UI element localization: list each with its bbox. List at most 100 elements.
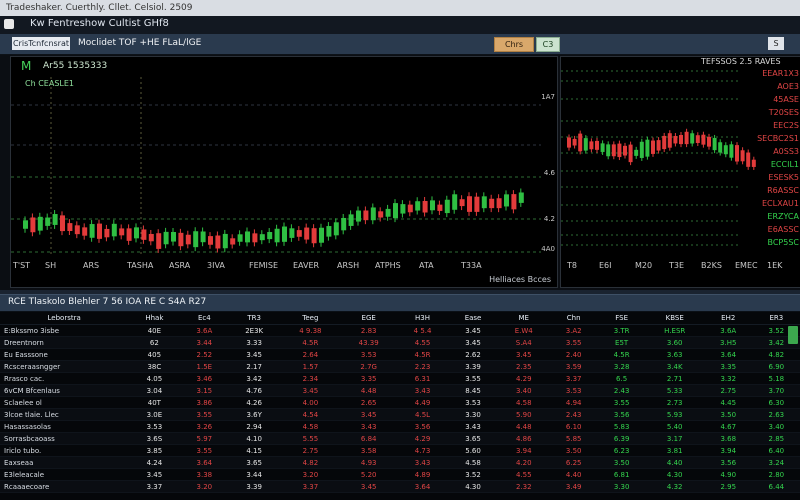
secondary-chart-panel[interactable]: TEFSSOS 2.5 RAVES EEAR1X3 AOE3 45ASE T20SES… (560, 56, 800, 288)
table-cell: 6.31 (396, 372, 449, 385)
table-cell: 5.93 (645, 408, 704, 421)
table-cell: 2.43 (597, 384, 646, 397)
candle-body (222, 233, 228, 249)
table-cell: 3.15 (180, 384, 229, 397)
table-row[interactable]: Eu Easssone 405 2.52 3.45 2.64 3.53 4.5R 2.62 3.… (0, 348, 800, 361)
instrument-name: Dreentnorn (0, 336, 129, 349)
chart-type-button[interactable]: Chrs (494, 37, 534, 52)
column-header[interactable]: TR3 (228, 312, 281, 325)
column-header[interactable]: Chn (549, 312, 598, 325)
layout-button[interactable]: C3 (536, 37, 560, 52)
table-cell: 4 9.38 (280, 324, 341, 337)
table-cell: 2.83 (340, 324, 397, 337)
table-cell: 3.35 (340, 372, 397, 385)
table-row[interactable]: Rrasco cac. 4.05 3.46 3.42 2.34 3.35 6.31 3.55 4… (0, 372, 800, 385)
table-row[interactable]: Sorrasbcaoass 3.6S 5.97 4.10 5.55 6.84 4.29 3.6… (0, 432, 800, 445)
table-row[interactable]: E3leleacale 3.45 3.38 3.44 3.20 5.20 4.89 3.52 4… (0, 468, 800, 481)
table-body: E:Bkssmo 3isbe 40E 3.6A 2E3K 4 9.38 2.83 4 5.4… (0, 324, 800, 493)
candle-body (489, 198, 495, 209)
table-cell: 4.32 (645, 480, 704, 493)
column-header[interactable]: ME (497, 312, 550, 325)
column-header[interactable]: H3H (396, 312, 449, 325)
level-label: SECBC2S1 (757, 134, 799, 143)
candle-body (385, 208, 391, 217)
table-cell: 4.55 (497, 468, 550, 481)
candle-body (400, 204, 406, 214)
candle-body (89, 224, 95, 238)
candle-body (348, 214, 354, 226)
table-cell: 2.80 (752, 468, 800, 481)
level-label: A0SS3 (773, 147, 799, 156)
instrument-name: 6vCM Bfcenlaus (0, 384, 129, 397)
table-cell: 4.55 (396, 336, 449, 349)
candle-body (141, 229, 147, 240)
candle-body (567, 137, 571, 148)
secondary-candlestick-chart[interactable] (561, 57, 800, 287)
column-header[interactable]: Leborstra (0, 312, 129, 325)
column-header[interactable]: FSE (597, 312, 646, 325)
table-row[interactable]: Rcsceraasngger 38C 1.5E 2.17 1.57 2.7G 2.23 3.3… (0, 360, 800, 373)
table-cell: 4.45 (703, 396, 753, 409)
time-label: 3IVA (207, 261, 225, 270)
table-cell: 4.20 (497, 456, 550, 469)
table-cell: 405 (128, 348, 181, 361)
table-cell: 3.53 (448, 396, 498, 409)
column-header[interactable]: Ease (448, 312, 498, 325)
instrument-name: Iriclo tubo. (0, 444, 129, 457)
main-chart-panel[interactable]: M Ar55 1535333 Ch CEASLE1 1A7 4.6 4.2 4A… (10, 56, 558, 288)
column-header[interactable]: KBSE (645, 312, 704, 325)
candle-body (735, 145, 739, 162)
table-cell: 3.42 (228, 372, 281, 385)
candle-body (518, 192, 524, 203)
table-cell: 4.48 (340, 384, 397, 397)
time-label: T'ST (13, 261, 31, 270)
candlestick-chart[interactable] (11, 57, 557, 287)
table-cell: 3.53 (128, 420, 181, 433)
column-header[interactable]: EGE (340, 312, 397, 325)
table-cell: 2.75 (703, 384, 753, 397)
table-cell: 3.40 (497, 384, 550, 397)
table-row[interactable]: E:Bkssmo 3isbe 40E 3.6A 2E3K 4 9.38 2.83 4 5.4… (0, 324, 800, 337)
settings-button[interactable]: S (768, 37, 784, 50)
table-cell: 3.39 (228, 480, 281, 493)
table-cell: 3.44 (228, 468, 281, 481)
table-row[interactable]: Dreentnorn 62 3.44 3.33 4.5R 43.39 4.55 3.45 S.A… (0, 336, 800, 349)
table-row[interactable]: Iriclo tubo. 3.85 3.55 4.15 2.75 3.58 4.73 5.60… (0, 444, 800, 457)
table-cell: 3.56 (396, 420, 449, 433)
column-header[interactable]: Ec4 (180, 312, 229, 325)
candle-body (634, 149, 639, 156)
table-row[interactable]: Sclaelee ol 40T 3.86 4.26 4.00 2.65 4.49 3.53 4.… (0, 396, 800, 409)
column-header[interactable]: EH2 (703, 312, 753, 325)
column-header[interactable]: Teeg (280, 312, 341, 325)
scrollbar-thumb[interactable] (788, 326, 798, 344)
table-row[interactable]: Hasassasolas 3.53 3.26 2.94 4.58 3.43 3.56 3.43… (0, 420, 800, 433)
column-header[interactable]: ER3 (752, 312, 800, 325)
table-row[interactable]: 6vCM Bfcenlaus 3.04 3.15 4.76 3.45 4.48 3.43 8.… (0, 384, 800, 397)
candle-body (723, 145, 728, 155)
app-logo-icon (4, 19, 14, 29)
table-cell: 6.10 (549, 420, 598, 433)
table-cell: 3.50 (703, 408, 753, 421)
table-row[interactable]: 3lcoe tlaie. Llec 3.0E 3.55 3.6Y 4.54 3.45 4.5… (0, 408, 800, 421)
symbol-selector-button[interactable]: CrisTcnfcnsrat (12, 37, 70, 50)
candle-body (746, 152, 751, 167)
table-cell: 6.81 (597, 468, 646, 481)
candle-body (274, 228, 280, 243)
table-cell: 3.64 (703, 348, 753, 361)
candle-body (673, 135, 678, 144)
candle-body (729, 144, 734, 158)
table-cell: 4.58 (497, 396, 550, 409)
column-header[interactable]: Hhak (128, 312, 181, 325)
table-cell: 3.32 (703, 372, 753, 385)
table-cell: 4.5R (597, 348, 646, 361)
table-row[interactable]: Eaxseaa 4.24 3.64 3.65 4.82 4.93 3.43 4.58 4.20 6… (0, 456, 800, 469)
toolbar: CrisTcnfcnsrat Moclidet TOF +HE FLaL/lGE… (0, 34, 800, 55)
table-cell: 6.84 (340, 432, 397, 445)
time-label: T3E (669, 261, 685, 270)
candle-body (656, 140, 661, 151)
table-cell: 2.75 (280, 444, 341, 457)
table-row[interactable]: Rcaaaecoare 3.37 3.20 3.39 3.37 3.45 3.64 4.30 2… (0, 480, 800, 493)
price-axis-label: 4.2 (543, 215, 555, 223)
table-cell: 4.86 (497, 432, 550, 445)
table-cell: S.A4 (497, 336, 550, 349)
